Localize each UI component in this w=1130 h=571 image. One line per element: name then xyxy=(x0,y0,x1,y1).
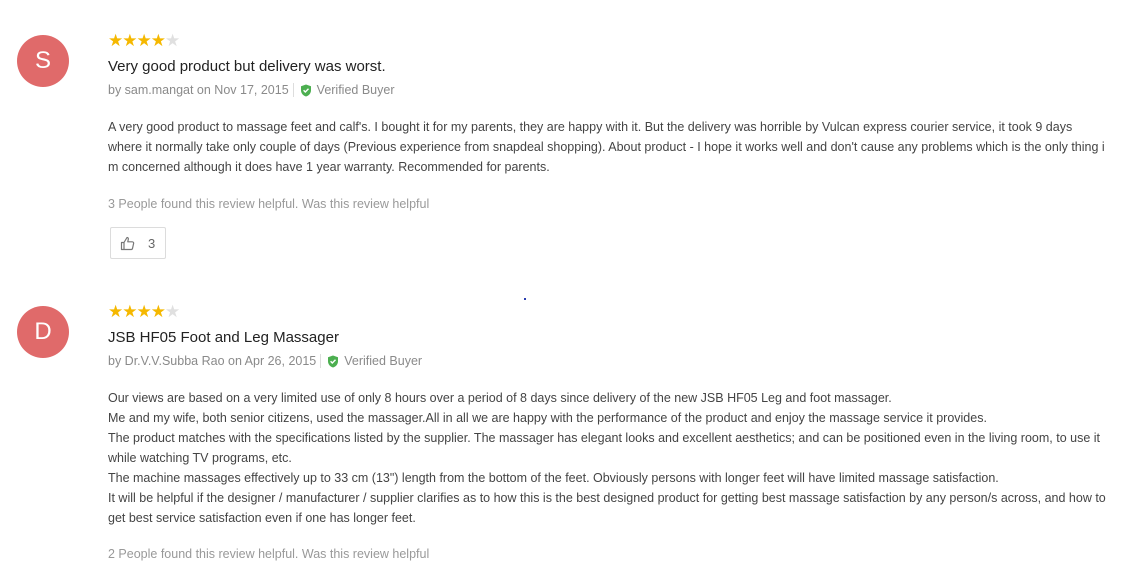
review-paragraph: A very good product to massage feet and … xyxy=(108,120,1105,174)
star-filled-icon: ★ xyxy=(136,302,152,321)
helpful-button[interactable]: 3 xyxy=(110,227,166,259)
verified-shield-icon xyxy=(300,84,312,97)
review-body: A very good product to massage feet and … xyxy=(108,117,1108,177)
divider xyxy=(320,354,322,368)
star-rating: ★★★★★ xyxy=(108,302,180,321)
review-paragraph: Me and my wife, both senior citizens, us… xyxy=(108,411,987,425)
review-title: JSB HF05 Foot and Leg Massager xyxy=(108,329,339,346)
star-rating: ★★★★★ xyxy=(108,31,180,50)
verified-buyer-label: Verified Buyer xyxy=(344,354,423,368)
review-paragraph: The machine massages effectively up to 3… xyxy=(108,471,999,485)
helpful-prompt: 2 People found this review helpful. Was … xyxy=(108,547,430,561)
avatar: S xyxy=(17,35,69,87)
star-filled-icon: ★ xyxy=(122,302,137,321)
star-filled-icon: ★ xyxy=(108,302,123,321)
review-body: Our views are based on a very limited us… xyxy=(108,388,1108,528)
divider xyxy=(292,83,294,97)
verified-buyer-label: Verified Buyer xyxy=(316,83,395,97)
star-filled-icon: ★ xyxy=(122,31,137,50)
review-meta: by Dr.V.V.Subba Rao on Apr 26, 2015 Veri… xyxy=(108,354,422,368)
verified-shield-icon xyxy=(327,355,339,368)
helpful-count: 3 xyxy=(148,235,156,251)
star-filled-icon: ★ xyxy=(150,31,166,50)
star-empty-icon: ★ xyxy=(165,31,180,50)
review-byline: by sam.mangat on Nov 17, 2015 xyxy=(108,83,289,97)
review-paragraph: The product matches with the specificati… xyxy=(108,431,1101,465)
star-empty-icon: ★ xyxy=(165,302,180,321)
helpful-prompt: 3 People found this review helpful. Was … xyxy=(108,197,430,211)
decorative-dot xyxy=(524,298,526,300)
review-title: Very good product but delivery was worst… xyxy=(108,58,386,75)
review-meta: by sam.mangat on Nov 17, 2015 Verified B… xyxy=(108,83,395,97)
avatar: D xyxy=(17,306,69,358)
review-paragraph: Our views are based on a very limited us… xyxy=(108,391,892,405)
star-filled-icon: ★ xyxy=(136,31,152,50)
thumbs-up-icon xyxy=(120,236,135,251)
review-byline: by Dr.V.V.Subba Rao on Apr 26, 2015 xyxy=(108,354,317,368)
star-filled-icon: ★ xyxy=(150,302,166,321)
star-filled-icon: ★ xyxy=(108,31,123,50)
review-paragraph: It will be helpful if the designer / man… xyxy=(108,491,1106,525)
